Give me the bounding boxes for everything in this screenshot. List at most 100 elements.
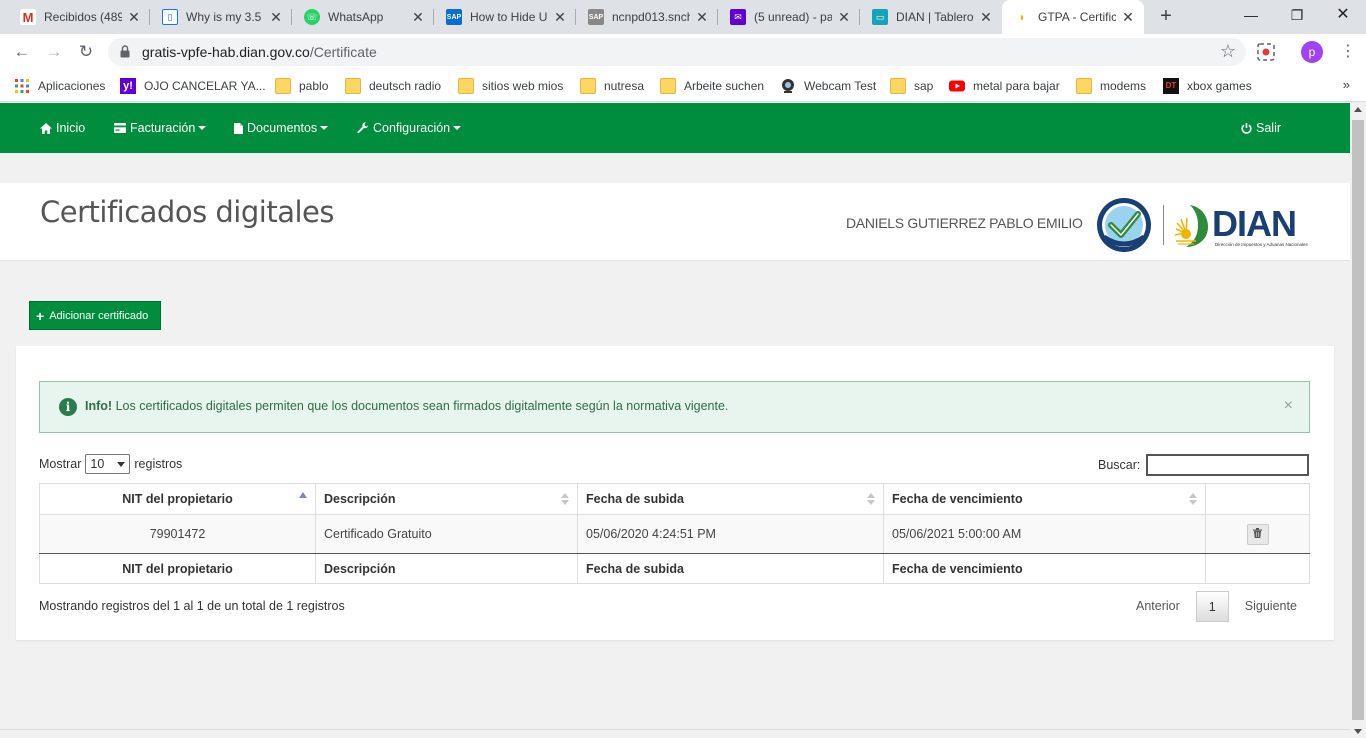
scroll-down-arrow-icon[interactable] <box>1354 729 1362 734</box>
page-length-select[interactable]: 10 <box>85 454 131 474</box>
browser-tab-why[interactable]: ▯ Why is my 3.5 ✕ <box>150 0 292 34</box>
close-icon[interactable]: ✕ <box>126 9 142 26</box>
youtube-icon <box>949 80 965 92</box>
nav-facturacion[interactable]: Facturación <box>114 119 207 137</box>
maximize-button[interactable]: ❐ <box>1274 0 1320 32</box>
close-icon[interactable]: ✕ <box>694 9 710 26</box>
bookmark-label: sitios web mios <box>482 79 564 93</box>
bookmark-label: metal para bajar <box>973 79 1060 93</box>
folder-icon <box>458 78 474 94</box>
nav-label: Salir <box>1256 121 1282 135</box>
close-icon[interactable]: ✕ <box>410 9 426 26</box>
search-input[interactable] <box>1146 454 1310 476</box>
nav-inicio[interactable]: Inicio <box>40 119 85 137</box>
nav-configuracion[interactable]: Configuración <box>357 119 462 137</box>
tab-label: How to Hide U <box>470 10 548 24</box>
new-tab-button[interactable]: + <box>1154 5 1178 29</box>
close-icon[interactable]: ✕ <box>1120 9 1136 26</box>
close-icon[interactable]: ✕ <box>552 9 568 26</box>
nav-label: Documentos <box>247 121 318 135</box>
browser-tab-dian-tablero[interactable]: ▭ DIAN | Tablero ✕ <box>860 0 1002 34</box>
scroll-up-arrow-icon[interactable] <box>1354 107 1362 112</box>
page-title: Certificados digitales <box>40 195 334 229</box>
forward-arrow-icon[interactable]: → <box>42 40 66 64</box>
folder-icon <box>660 78 676 94</box>
bookmark-webcam-test[interactable]: Webcam Test <box>780 76 876 96</box>
search-control: Buscar: <box>1098 454 1310 476</box>
browser-tab-gtpa[interactable]: ◗ GTPA - Certific ✕ <box>1002 0 1144 34</box>
page-scrollbar[interactable] <box>1350 103 1366 738</box>
bookmark-modems[interactable]: modems <box>1076 76 1146 96</box>
browser-tab-hide[interactable]: SAP How to Hide U ✕ <box>434 0 576 34</box>
bookmark-arbeite-suchen[interactable]: Arbeite suchen <box>660 76 764 96</box>
more-vert-icon[interactable]: ⋮ <box>1340 42 1356 62</box>
bookmark-label: modems <box>1100 79 1147 93</box>
footer-fecha-vencimiento: Fecha de vencimiento <box>883 553 1206 584</box>
bookmark-deutsch-radio[interactable]: deutsch radio <box>345 76 441 96</box>
tab-label: Why is my 3.5 <box>186 10 262 24</box>
column-header-fecha-subida[interactable]: Fecha de subida <box>577 483 884 515</box>
page-length-control: Mostrar 10 registros <box>39 454 182 474</box>
bookmark-star-icon[interactable]: ☆ <box>1220 41 1236 62</box>
close-icon[interactable]: ✕ <box>836 9 852 26</box>
logo-divider <box>1163 205 1164 245</box>
bookmark-label: OJO CANCELAR YA... <box>144 79 266 93</box>
browser-tab-whatsapp[interactable]: ☏ WhatsApp ✕ <box>292 0 434 34</box>
bookmark-label: Webcam Test <box>804 79 877 93</box>
footer-descripcion: Descripción <box>315 553 578 584</box>
bookmark-apps[interactable]: Aplicaciones <box>14 76 105 96</box>
footer-nit: NIT del propietario <box>39 553 316 584</box>
power-icon <box>1241 122 1252 134</box>
page-length-value: 10 <box>90 457 105 471</box>
bookmark-nutresa[interactable]: nutresa <box>580 76 644 96</box>
folder-icon <box>345 78 361 94</box>
dian-logo-subtitle: Dirección de Impuestos y Aduanas Naciona… <box>1215 242 1308 247</box>
column-header-descripcion[interactable]: Descripción <box>315 483 578 515</box>
browser-tab-yahoo-mail[interactable]: ✉ (5 unread) - pa ✕ <box>718 0 860 34</box>
nav-label: Configuración <box>373 121 451 135</box>
scrollbar-thumb[interactable] <box>1352 120 1364 720</box>
add-certificate-button[interactable]: + Adicionar certificado <box>29 301 161 330</box>
cell-fecha-subida: 05/06/2020 4:24:51 PM <box>577 514 884 554</box>
trash-icon <box>1253 527 1262 538</box>
bookmarks-overflow-button[interactable]: » <box>1343 77 1350 92</box>
bookmark-ojo-cancelar[interactable]: y! OJO CANCELAR YA... <box>120 76 266 96</box>
bookmark-pablo[interactable]: pablo <box>275 76 328 96</box>
profile-avatar[interactable]: p <box>1301 41 1323 63</box>
bookmarks-bar: Aplicaciones y! OJO CANCELAR YA... pablo… <box>0 70 1366 102</box>
pagination-page-1[interactable]: 1 <box>1195 591 1229 622</box>
address-bar[interactable]: gratis-vpfe-hab.dian.gov.co/Certificate … <box>108 38 1246 66</box>
close-icon[interactable]: ✕ <box>978 9 994 26</box>
bookmark-label: Aplicaciones <box>38 79 106 93</box>
dian-logo: DIAN Dirección de Impuestos y Aduanas Na… <box>1172 201 1312 251</box>
tab-label: ncnpd013.snch <box>612 10 690 24</box>
bookmark-label: xbox games <box>1187 79 1252 93</box>
nav-salir[interactable]: Salir <box>1241 119 1281 137</box>
reload-icon[interactable]: ↻ <box>74 40 98 64</box>
back-arrow-icon[interactable]: ← <box>10 40 34 64</box>
alert-close-button[interactable]: × <box>1284 397 1293 415</box>
footer-fecha-subida: Fecha de subida <box>577 553 884 584</box>
nav-documentos[interactable]: Documentos <box>234 119 329 137</box>
chevron-down-icon <box>320 126 329 130</box>
column-header-nit[interactable]: NIT del propietario <box>39 483 316 515</box>
delete-certificate-button[interactable] <box>1246 523 1269 545</box>
wrench-icon <box>357 122 369 134</box>
alert-text: Los certificados digitales permiten que … <box>115 399 729 413</box>
column-header-fecha-vencimiento[interactable]: Fecha de vencimiento <box>883 483 1206 515</box>
yahoo-mail-icon: ✉ <box>730 9 746 25</box>
minimize-button[interactable]: — <box>1228 0 1274 32</box>
bookmark-sap[interactable]: sap <box>890 76 933 96</box>
window-close-button[interactable]: ✕ <box>1320 0 1366 32</box>
browser-tab-ncnpd[interactable]: SAP ncnpd013.snch ✕ <box>576 0 718 34</box>
length-prefix: Mostrar <box>39 457 82 471</box>
bookmark-metal-para-bajar[interactable]: metal para bajar <box>949 76 1060 96</box>
close-icon[interactable]: ✕ <box>268 9 284 26</box>
pagination-previous[interactable]: Anterior <box>1126 591 1190 622</box>
screen-record-extension-icon[interactable] <box>1256 42 1276 62</box>
bookmark-sitios-web[interactable]: sitios web mios <box>458 76 563 96</box>
browser-tab-gmail[interactable]: M Recibidos (489 ✕ <box>8 0 150 34</box>
sap-icon: SAP <box>588 9 604 25</box>
bookmark-xbox-games[interactable]: DT xbox games <box>1163 76 1252 96</box>
pagination-next[interactable]: Siguiente <box>1235 591 1307 622</box>
